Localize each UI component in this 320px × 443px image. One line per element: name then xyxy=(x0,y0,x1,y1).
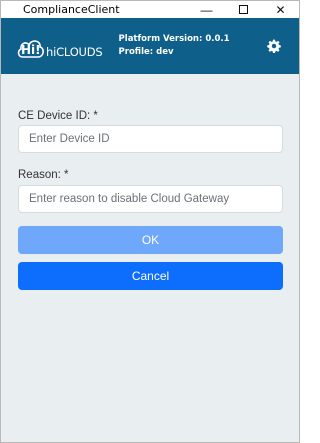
maximize-button[interactable] xyxy=(225,1,262,18)
platform-info: Platform Version: 0.0.1 Profile: dev xyxy=(119,33,230,59)
app-window: ComplianceClient — ✕ Hi! hiCLOUDS Platfo… xyxy=(0,0,300,443)
minimize-button[interactable]: — xyxy=(188,1,225,18)
minimize-icon: — xyxy=(200,2,213,17)
close-icon: ✕ xyxy=(275,2,286,17)
logo-mark-text: Hi! xyxy=(21,43,41,57)
device-id-input[interactable] xyxy=(18,125,283,153)
hiclouds-logo: Hi! hiCLOUDS xyxy=(17,33,103,59)
form-panel: CE Device ID: * Reason: * OK Cancel xyxy=(1,74,299,442)
ok-button[interactable]: OK xyxy=(18,226,283,254)
app-header: Hi! hiCLOUDS Platform Version: 0.0.1 Pro… xyxy=(1,18,299,74)
cloud-logo-icon: Hi! xyxy=(17,37,45,59)
title-bar[interactable]: ComplianceClient — ✕ xyxy=(1,1,299,18)
reason-input[interactable] xyxy=(18,185,283,213)
device-id-label: CE Device ID: * xyxy=(18,110,98,122)
reason-label: Reason: * xyxy=(18,169,69,181)
window-title: ComplianceClient xyxy=(23,3,120,16)
cancel-button[interactable]: Cancel xyxy=(18,262,283,290)
maximize-icon xyxy=(239,5,248,14)
close-button[interactable]: ✕ xyxy=(262,1,299,18)
profile-label: Profile: dev xyxy=(118,47,174,57)
platform-version: Platform Version: 0.0.1 xyxy=(118,34,230,44)
gear-icon[interactable] xyxy=(267,39,281,53)
logo-text: hiCLOUDS xyxy=(46,45,103,59)
